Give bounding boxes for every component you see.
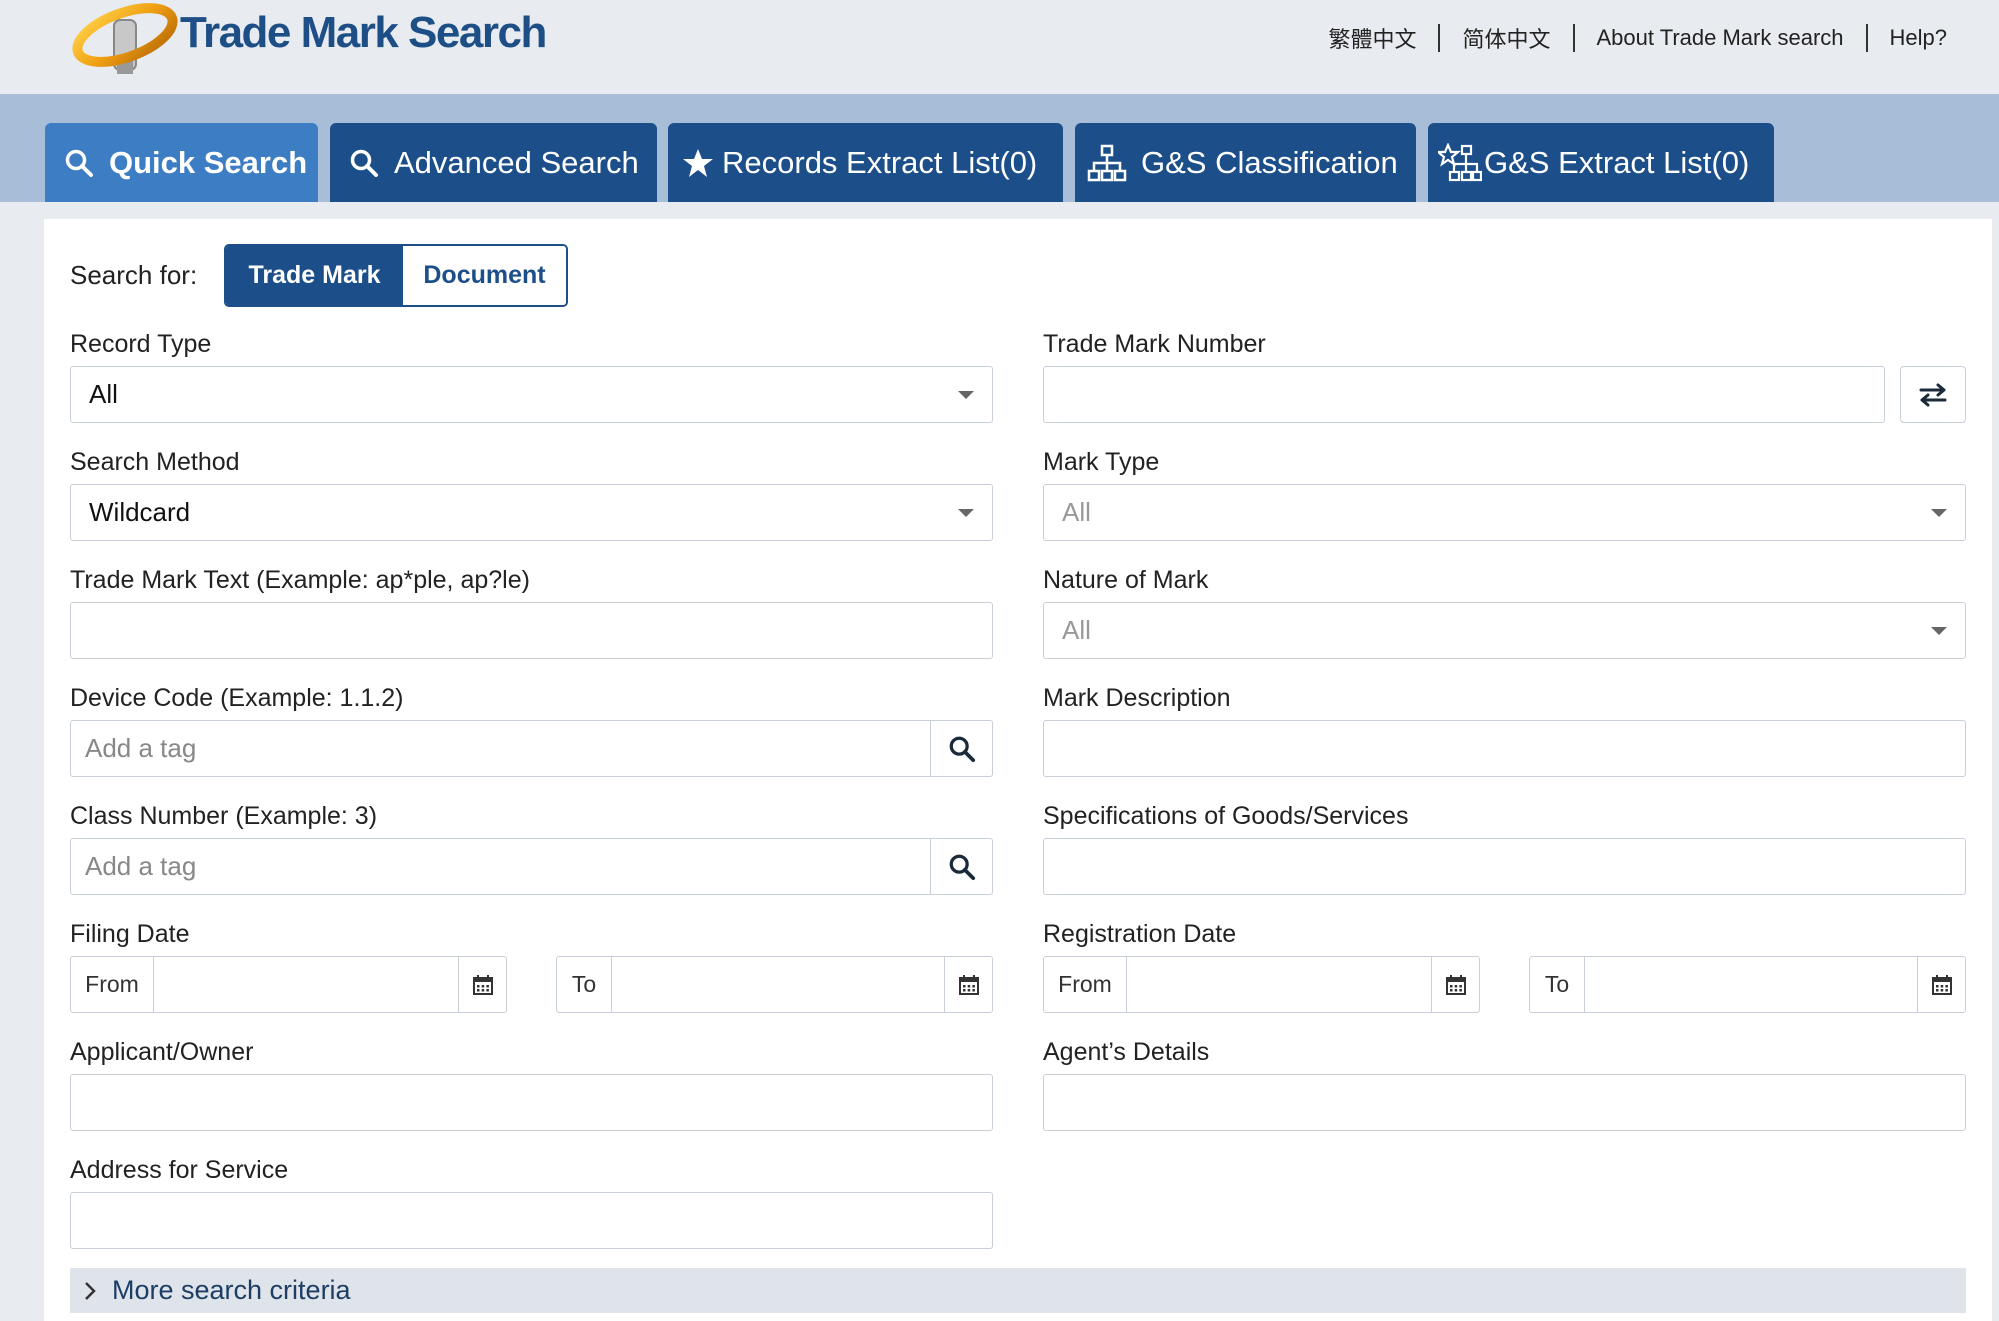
nature-of-mark-select[interactable]: All: [1043, 602, 1966, 659]
link-simplified-chinese[interactable]: 简体中文: [1462, 22, 1550, 54]
calendar-button[interactable]: [458, 957, 506, 1012]
trade-mark-text-input[interactable]: [70, 602, 993, 659]
caret-down-icon: [958, 509, 974, 517]
hierarchy-icon: [1085, 144, 1129, 181]
logo: [70, 0, 180, 80]
trade-mark-number-input[interactable]: [1043, 366, 1885, 423]
brand-title: Trade Mark Search: [180, 8, 547, 57]
link-about[interactable]: About Trade Mark search: [1597, 25, 1844, 51]
mark-description-label: Mark Description: [1043, 684, 1231, 712]
record-type-select[interactable]: All: [70, 366, 993, 423]
search-for-toggle: Trade Mark Document: [224, 244, 568, 307]
swap-button[interactable]: [1900, 366, 1966, 423]
search-method-label: Search Method: [70, 448, 240, 476]
star-hierarchy-icon: [1438, 142, 1482, 181]
search-method-value: Wildcard: [89, 497, 191, 527]
to-label: To: [1530, 957, 1585, 1012]
from-label: From: [71, 957, 154, 1012]
star-icon: [680, 145, 716, 181]
top-links: 繁體中文 简体中文 About Trade Mark search Help?: [1328, 22, 1947, 54]
tab-label: Advanced Search: [394, 144, 639, 180]
registration-date-label: Registration Date: [1043, 920, 1237, 948]
caret-down-icon: [958, 391, 974, 399]
tab-label: G&S Classification: [1141, 144, 1398, 180]
divider: [1572, 24, 1575, 52]
tab-gs-classification[interactable]: G&S Classification: [1075, 123, 1416, 202]
tab-advanced-search[interactable]: Advanced Search: [330, 123, 657, 202]
class-number-search-button[interactable]: [930, 839, 992, 894]
caret-down-icon: [1931, 509, 1947, 517]
divider: [1865, 24, 1868, 52]
from-label: From: [1044, 957, 1127, 1012]
filing-date-label: Filing Date: [70, 920, 190, 948]
trade-mark-text-label: Trade Mark Text (Example: ap*ple, ap?le): [70, 566, 530, 594]
to-label: To: [557, 957, 612, 1012]
divider: [1438, 24, 1441, 52]
search-method-select[interactable]: Wildcard: [70, 484, 993, 541]
device-code-label: Device Code (Example: 1.1.2): [70, 684, 404, 712]
calendar-icon: [472, 974, 493, 995]
record-type-label: Record Type: [70, 330, 212, 358]
specifications-label: Specifications of Goods/Services: [1043, 802, 1409, 830]
class-number-tag-input: Add a tag: [70, 838, 993, 895]
applicant-input[interactable]: [70, 1074, 993, 1131]
filing-date-from-input[interactable]: [154, 957, 458, 1012]
device-code-tag-input: Add a tag: [70, 720, 993, 777]
search-icon: [949, 736, 975, 762]
agent-details-label: Agent’s Details: [1043, 1038, 1210, 1066]
tab-quick-search[interactable]: Quick Search: [45, 123, 318, 202]
tab-bar: Quick Search Advanced Search Records Ext…: [0, 94, 1999, 202]
search-for-label: Search for:: [70, 260, 198, 290]
option-trade-mark[interactable]: Trade Mark: [226, 246, 403, 305]
registration-date-to-input[interactable]: [1585, 957, 1917, 1012]
trade-mark-number-label: Trade Mark Number: [1043, 330, 1266, 358]
filing-date-from: From: [70, 956, 507, 1013]
class-number-input[interactable]: Add a tag: [71, 839, 930, 894]
calendar-button[interactable]: [944, 957, 992, 1012]
search-icon: [346, 145, 382, 181]
search-icon: [949, 854, 975, 880]
more-search-criteria-label: More search criteria: [112, 1275, 351, 1305]
calendar-icon: [1931, 974, 1952, 995]
swap-icon: [1919, 383, 1947, 406]
tab-label: G&S Extract List(0): [1484, 144, 1750, 180]
device-code-input[interactable]: Add a tag: [71, 721, 930, 776]
search-icon: [61, 145, 97, 181]
agent-details-input[interactable]: [1043, 1074, 1966, 1131]
tab-label: Records Extract List(0): [722, 144, 1038, 180]
mark-type-label: Mark Type: [1043, 448, 1160, 476]
tab-records-extract-list[interactable]: Records Extract List(0): [668, 123, 1063, 202]
link-help[interactable]: Help?: [1890, 25, 1947, 51]
calendar-button[interactable]: [1431, 957, 1479, 1012]
header: Trade Mark Search 繁體中文 简体中文 About Trade …: [0, 0, 1999, 94]
tab-label: Quick Search: [109, 144, 308, 180]
record-type-value: All: [89, 379, 118, 409]
address-input[interactable]: [70, 1192, 993, 1249]
chevron-right-icon: [82, 1280, 98, 1302]
filing-date-to: To: [556, 956, 993, 1013]
nature-of-mark-value: All: [1062, 615, 1091, 645]
class-number-label: Class Number (Example: 3): [70, 802, 378, 830]
mark-description-input[interactable]: [1043, 720, 1966, 777]
calendar-icon: [1445, 974, 1466, 995]
calendar-button[interactable]: [1917, 957, 1965, 1012]
calendar-icon: [958, 974, 979, 995]
applicant-label: Applicant/Owner: [70, 1038, 254, 1066]
mark-type-value: All: [1062, 497, 1091, 527]
tab-gs-extract-list[interactable]: G&S Extract List(0): [1428, 123, 1774, 202]
filing-date-to-input[interactable]: [612, 957, 944, 1012]
link-traditional-chinese[interactable]: 繁體中文: [1328, 22, 1416, 54]
caret-down-icon: [1931, 627, 1947, 635]
registration-date-from: From: [1043, 956, 1480, 1013]
registration-date-to: To: [1529, 956, 1966, 1013]
device-code-search-button[interactable]: [930, 721, 992, 776]
registration-date-from-input[interactable]: [1127, 957, 1431, 1012]
nature-of-mark-label: Nature of Mark: [1043, 566, 1209, 594]
address-label: Address for Service: [70, 1156, 289, 1184]
option-document[interactable]: Document: [403, 246, 566, 305]
specifications-input[interactable]: [1043, 838, 1966, 895]
mark-type-select[interactable]: All: [1043, 484, 1966, 541]
more-search-criteria-toggle[interactable]: More search criteria: [70, 1268, 1966, 1313]
